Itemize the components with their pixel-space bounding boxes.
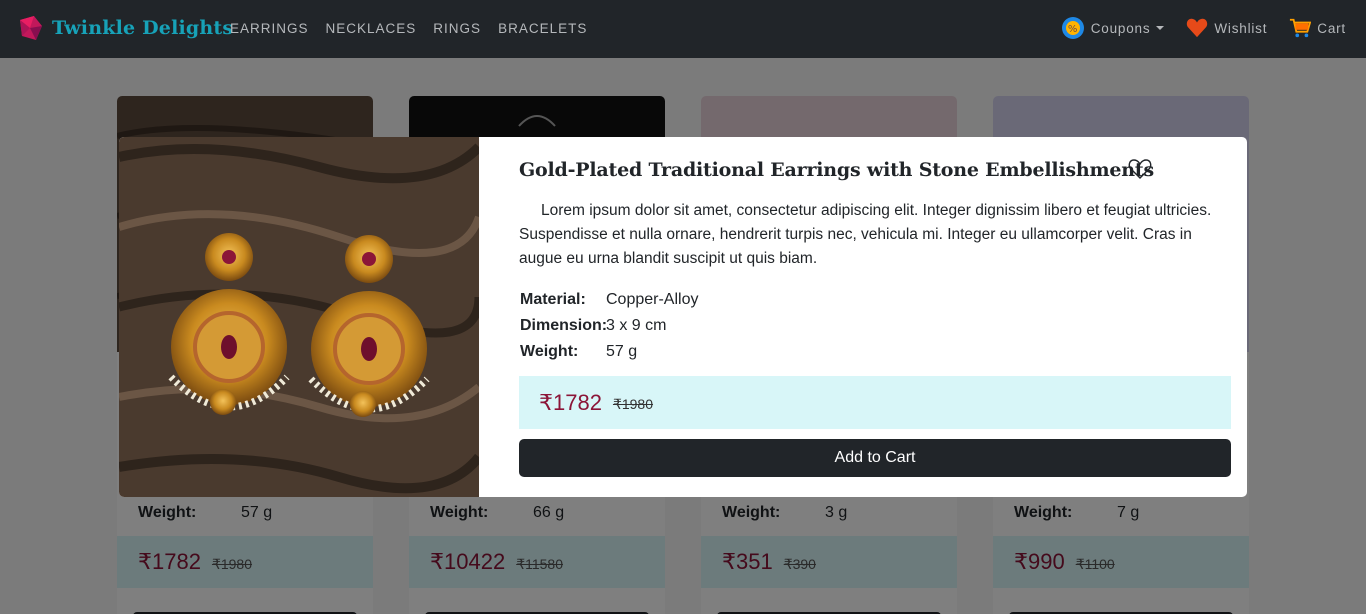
brand-name: Twinkle Delights [52, 17, 234, 39]
product-modal: Gold-Plated Traditional Earrings with St… [119, 137, 1247, 497]
nav-link-bracelets[interactable]: BRACELETS [498, 21, 587, 36]
nav-right: % Coupons Wishlist Cart [1039, 16, 1346, 40]
add-to-cart-button[interactable]: Add to Cart [519, 439, 1231, 477]
coupons-label: Coupons [1090, 20, 1151, 36]
gem-logo-icon [20, 16, 42, 40]
product-image-earrings [119, 137, 479, 497]
brand[interactable]: Twinkle Delights [16, 14, 233, 42]
nav-link-necklaces[interactable]: NECKLACES [326, 21, 417, 36]
coupon-icon: % [1061, 17, 1084, 39]
modal-body: Gold-Plated Traditional Earrings with St… [479, 137, 1247, 497]
nav-links: EARRINGS NECKLACES RINGS BRACELETS [230, 21, 604, 36]
heart-outline-icon [1128, 159, 1152, 179]
product-specs: Material: Copper-Alloy Dimension: 3 x 9 cm… [519, 287, 1231, 365]
spec-material: Material: Copper-Alloy [520, 291, 699, 308]
navbar: Twinkle Delights EARRINGS NECKLACES RING… [0, 0, 1366, 58]
nav-link-rings[interactable]: RINGS [433, 21, 481, 36]
heart-icon [1187, 18, 1208, 38]
caret-down-icon [1156, 26, 1165, 30]
modal-old-price: ₹1980 [612, 396, 654, 412]
add-to-wishlist-button[interactable] [1128, 158, 1152, 184]
wishlist-label: Wishlist [1214, 20, 1268, 36]
nav-link-earrings[interactable]: EARRINGS [230, 21, 309, 36]
svg-text:%: % [1068, 24, 1078, 35]
cart-link[interactable]: Cart [1289, 17, 1346, 39]
product-description: Lorem ipsum dolor sit amet, consectetur … [519, 202, 1212, 267]
product-title: Gold-Plated Traditional Earrings with St… [519, 159, 1154, 181]
wishlist-link[interactable]: Wishlist [1186, 18, 1267, 38]
spec-dimension: Dimension: 3 x 9 cm [520, 317, 667, 334]
cart-icon [1290, 18, 1312, 38]
cart-label: Cart [1317, 20, 1346, 36]
coupons-dropdown[interactable]: % Coupons [1061, 16, 1165, 40]
modal-price: ₹1782 [539, 389, 602, 415]
modal-price-box: ₹1782 ₹1980 [519, 376, 1231, 429]
spec-weight: Weight: 57 g [520, 343, 638, 360]
